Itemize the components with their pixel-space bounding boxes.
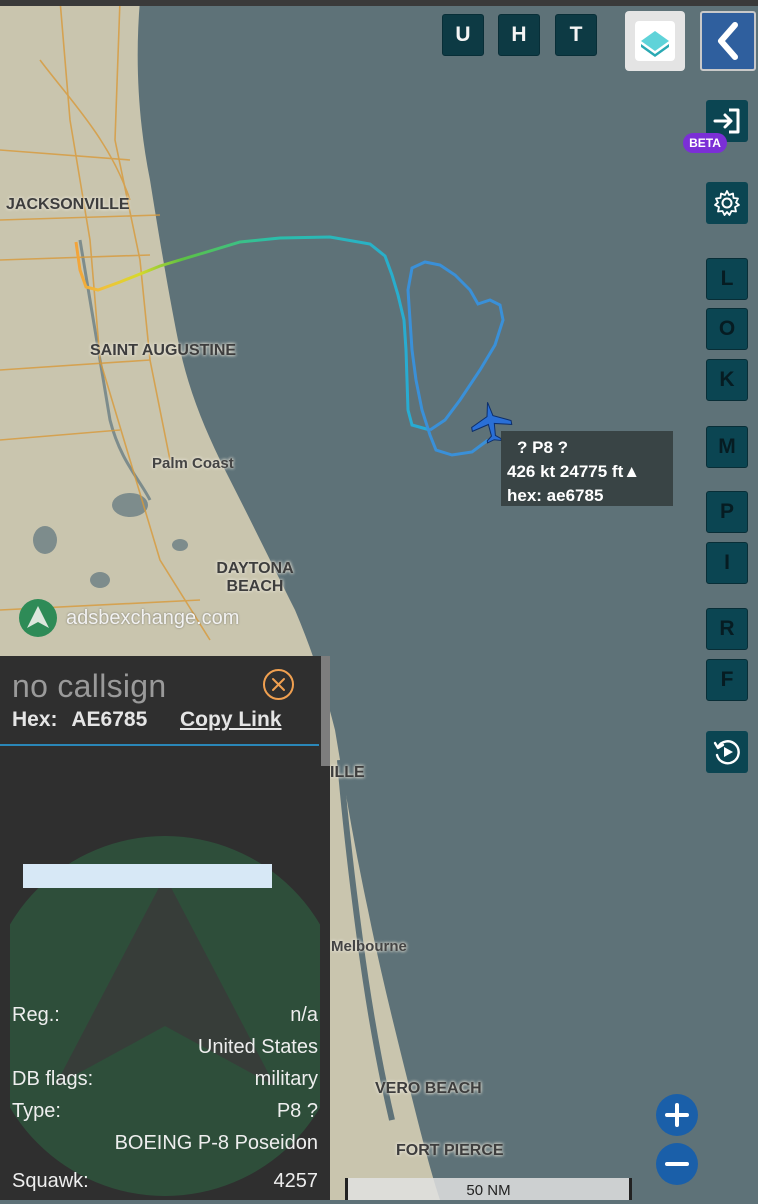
map-scale-bar: 50 NM bbox=[345, 1178, 632, 1200]
aircraft-photo-placeholder[interactable] bbox=[23, 864, 272, 888]
collapse-sidebar-button[interactable] bbox=[700, 11, 756, 71]
callsign-title: no callsign bbox=[12, 668, 167, 704]
o-button[interactable]: O bbox=[706, 308, 748, 350]
city-label: Melbourne bbox=[331, 938, 407, 955]
attribution-text: adsbexchange.com bbox=[66, 606, 240, 629]
info-key: DB flags: bbox=[12, 1068, 94, 1090]
gear-icon bbox=[714, 190, 740, 216]
city-label: DAYTONA BEACH bbox=[216, 560, 294, 595]
h-button[interactable]: H bbox=[498, 14, 540, 56]
t-button[interactable]: T bbox=[555, 14, 597, 56]
m-button[interactable]: M bbox=[706, 426, 748, 468]
aircraft-label-line3: hex: ae6785 bbox=[507, 486, 604, 505]
plus-icon bbox=[665, 1103, 689, 1127]
hex-line: Hex: AE6785 bbox=[12, 708, 147, 732]
aircraft-label-line1: ? P8 ? bbox=[517, 438, 569, 457]
k-button[interactable]: K bbox=[706, 359, 748, 401]
i-button[interactable]: I bbox=[706, 542, 748, 584]
hex-label: Hex: bbox=[12, 708, 58, 731]
city-label: Palm Coast bbox=[152, 455, 234, 472]
l-button[interactable]: L bbox=[706, 258, 748, 300]
close-icon[interactable] bbox=[262, 668, 295, 701]
info-key: Reg.: bbox=[12, 1004, 60, 1026]
replay-icon bbox=[713, 740, 740, 765]
city-label: VERO BEACH bbox=[375, 1080, 482, 1097]
adsbexchange-logo-icon bbox=[19, 599, 57, 637]
lake bbox=[90, 572, 110, 588]
info-key: Squawk: bbox=[12, 1170, 89, 1192]
info-value: BOEING P-8 Poseidon bbox=[114, 1132, 318, 1154]
panel-scrollbar[interactable] bbox=[321, 656, 330, 766]
info-key: Type: bbox=[12, 1100, 61, 1122]
info-value: 4257 bbox=[273, 1170, 319, 1192]
panel-divider bbox=[0, 744, 319, 746]
lake bbox=[112, 493, 148, 517]
attribution[interactable]: adsbexchange.com bbox=[18, 598, 239, 638]
aircraft-label-line2: 426 kt 24775 ft▲ bbox=[507, 462, 641, 481]
copy-link[interactable]: Copy Link bbox=[180, 708, 282, 732]
lake bbox=[172, 539, 188, 551]
beta-badge: BETA bbox=[683, 133, 727, 153]
city-label: SAINT AUGUSTINE bbox=[90, 342, 237, 359]
layers-icon bbox=[635, 21, 675, 61]
replay-button[interactable] bbox=[706, 731, 748, 773]
aircraft-info-panel: no callsign Hex: AE6785 Copy Link Reg.: … bbox=[0, 656, 330, 1200]
u-button[interactable]: U bbox=[442, 14, 484, 56]
info-value: P8 ? bbox=[276, 1100, 318, 1122]
info-value: military bbox=[254, 1068, 318, 1090]
settings-button[interactable] bbox=[706, 182, 748, 224]
layers-button[interactable] bbox=[625, 11, 685, 71]
info-value: n/a bbox=[290, 1004, 318, 1026]
city-label: ILLE bbox=[330, 764, 365, 781]
minus-icon bbox=[665, 1162, 689, 1166]
info-value: United States bbox=[197, 1036, 318, 1058]
r-button[interactable]: R bbox=[706, 608, 748, 650]
aircraft-label[interactable]: ? P8 ? 426 kt 24775 ft▲ hex: ae6785 bbox=[501, 431, 673, 506]
city-label: FORT PIERCE bbox=[396, 1142, 504, 1159]
chevron-left-icon bbox=[718, 22, 738, 60]
zoom-in-button[interactable] bbox=[656, 1094, 698, 1136]
city-label: JACKSONVILLE bbox=[6, 196, 130, 213]
lake bbox=[33, 526, 57, 554]
hex-value: AE6785 bbox=[71, 708, 148, 731]
p-button[interactable]: P bbox=[706, 491, 748, 533]
zoom-out-button[interactable] bbox=[656, 1143, 698, 1185]
f-button[interactable]: F bbox=[706, 659, 748, 701]
top-status-bar bbox=[0, 0, 758, 6]
